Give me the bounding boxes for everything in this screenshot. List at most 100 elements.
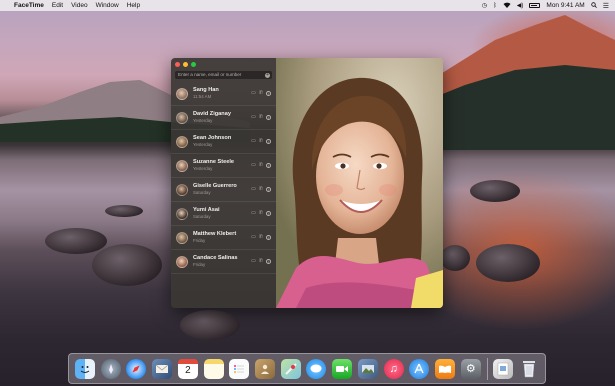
maximize-button[interactable]: [191, 62, 196, 67]
notes-icon[interactable]: [203, 358, 224, 379]
menu-edit[interactable]: Edit: [52, 2, 63, 9]
safari-icon[interactable]: [126, 358, 147, 379]
video-call-icon[interactable]: ▭: [251, 162, 256, 168]
contact-name: Giselle Guerrero: [193, 183, 237, 189]
contact-name: Suzanne Steele: [193, 159, 235, 165]
info-icon[interactable]: i: [266, 210, 271, 216]
contact-name: Matthew Klebert: [193, 231, 237, 237]
wallpaper-rock: [92, 244, 162, 286]
avatar: [176, 183, 188, 196]
video-call-icon[interactable]: ▭: [251, 114, 256, 120]
info-icon[interactable]: i: [266, 258, 271, 264]
list-item[interactable]: Yumi Asai Saturday ▭ ✆ i: [171, 202, 276, 226]
contact-detail: Saturday: [193, 214, 211, 219]
contacts-icon[interactable]: [255, 358, 276, 379]
facetime-icon[interactable]: [332, 358, 353, 379]
timemachine-icon[interactable]: ◷: [482, 2, 487, 9]
contact-detail: Yesterday: [193, 118, 213, 123]
recent-calls-list: Sang Han 11:54 AM ▭ ✆ i David Ziganay Ye…: [171, 82, 276, 274]
finder-icon[interactable]: [75, 358, 95, 379]
list-item[interactable]: Matthew Klebert Friday ▭ ✆ i: [171, 226, 276, 250]
menu-clock[interactable]: Mon 9:41 AM: [546, 2, 584, 9]
close-button[interactable]: [175, 62, 180, 67]
video-call-icon[interactable]: ▭: [251, 186, 256, 192]
wallpaper-rock: [45, 228, 107, 254]
info-icon[interactable]: i: [266, 234, 271, 240]
avatar: [176, 135, 188, 148]
ibooks-icon[interactable]: [435, 358, 456, 379]
info-icon[interactable]: i: [266, 114, 271, 120]
app-store-icon[interactable]: [409, 358, 430, 379]
messages-icon[interactable]: [306, 358, 327, 379]
mail-icon[interactable]: [152, 358, 173, 379]
window-controls: [175, 62, 196, 67]
volume-icon[interactable]: ◀︎): [517, 2, 524, 9]
info-icon[interactable]: i: [266, 162, 271, 168]
search-input[interactable]: Enter a name, email or number +: [175, 71, 272, 79]
avatar: [176, 231, 188, 244]
video-call-icon[interactable]: ▭: [251, 258, 256, 264]
calendar-icon[interactable]: 2: [177, 358, 198, 379]
spotlight-icon[interactable]: [591, 1, 597, 10]
dock-separator: [486, 357, 488, 380]
list-item[interactable]: David Ziganay Yesterday ▭ ✆ i: [171, 106, 276, 130]
phone-icon[interactable]: ✆: [259, 186, 263, 192]
contact-detail: Friday: [193, 262, 206, 267]
contact-detail: Friday: [193, 238, 206, 243]
list-item[interactable]: Giselle Guerrero Saturday ▭ ✆ i: [171, 178, 276, 202]
video-call-icon[interactable]: ▭: [251, 234, 256, 240]
search-placeholder: Enter a name, email or number: [178, 72, 242, 77]
avatar: [176, 159, 188, 172]
wifi-icon[interactable]: [503, 2, 511, 10]
menu-bar: FaceTime Edit Video Window Help ◷ ᛒ ◀︎) …: [0, 0, 615, 11]
phone-icon[interactable]: ✆: [259, 138, 263, 144]
maps-icon[interactable]: [280, 358, 301, 379]
battery-icon[interactable]: [529, 3, 541, 8]
list-item[interactable]: Sang Han 11:54 AM ▭ ✆ i: [171, 82, 276, 106]
reminders-icon[interactable]: [229, 358, 250, 379]
wallpaper-rock: [180, 310, 240, 340]
contact-name: Yumi Asai: [193, 207, 220, 213]
wallpaper-rock: [470, 180, 520, 202]
phone-icon[interactable]: ✆: [259, 162, 263, 168]
avatar: [176, 207, 188, 220]
video-call-icon[interactable]: ▭: [251, 138, 256, 144]
list-item[interactable]: Candace Salinas Friday ▭ ✆ i: [171, 250, 276, 274]
bluetooth-icon[interactable]: ᛒ: [493, 3, 497, 9]
phone-icon[interactable]: ✆: [259, 210, 263, 216]
menu-help[interactable]: Help: [127, 2, 140, 9]
video-call-icon[interactable]: ▭: [251, 90, 256, 96]
downloads-stack-icon[interactable]: [493, 358, 514, 379]
photos-icon[interactable]: [357, 358, 378, 379]
menu-bar-status: ◷ ᛒ ◀︎) Mon 9:41 AM ☰: [482, 1, 609, 10]
list-item[interactable]: Sean Johnson Yesterday ▭ ✆ i: [171, 130, 276, 154]
avatar: [176, 87, 188, 100]
info-icon[interactable]: i: [266, 90, 271, 96]
contact-name: Candace Salinas: [193, 255, 238, 261]
minimize-button[interactable]: [183, 62, 188, 67]
phone-icon[interactable]: ✆: [259, 90, 263, 96]
info-icon[interactable]: i: [266, 138, 271, 144]
info-icon[interactable]: i: [266, 186, 271, 192]
contact-detail: 11:54 AM: [193, 94, 212, 99]
launchpad-icon[interactable]: [100, 358, 121, 379]
contact-detail: Saturday: [193, 190, 211, 195]
menu-app-name[interactable]: FaceTime: [14, 2, 44, 9]
contact-name: Sean Johnson: [193, 135, 232, 141]
avatar: [176, 255, 188, 268]
video-call-icon[interactable]: ▭: [251, 210, 256, 216]
phone-icon[interactable]: ✆: [259, 234, 263, 240]
calendar-day: 2: [185, 365, 191, 376]
add-contact-icon[interactable]: +: [265, 72, 270, 78]
contact-name: David Ziganay: [193, 111, 231, 117]
phone-icon[interactable]: ✆: [259, 114, 263, 120]
list-item[interactable]: Suzanne Steele Yesterday ▭ ✆ i: [171, 154, 276, 178]
notification-center-icon[interactable]: ☰: [603, 2, 609, 10]
video-preview: [276, 58, 443, 308]
menu-video[interactable]: Video: [71, 2, 88, 9]
itunes-icon[interactable]: ♫: [383, 358, 404, 379]
menu-window[interactable]: Window: [96, 2, 119, 9]
phone-icon[interactable]: ✆: [259, 258, 263, 264]
trash-icon[interactable]: [519, 359, 539, 379]
system-preferences-icon[interactable]: ⚙: [460, 358, 481, 379]
